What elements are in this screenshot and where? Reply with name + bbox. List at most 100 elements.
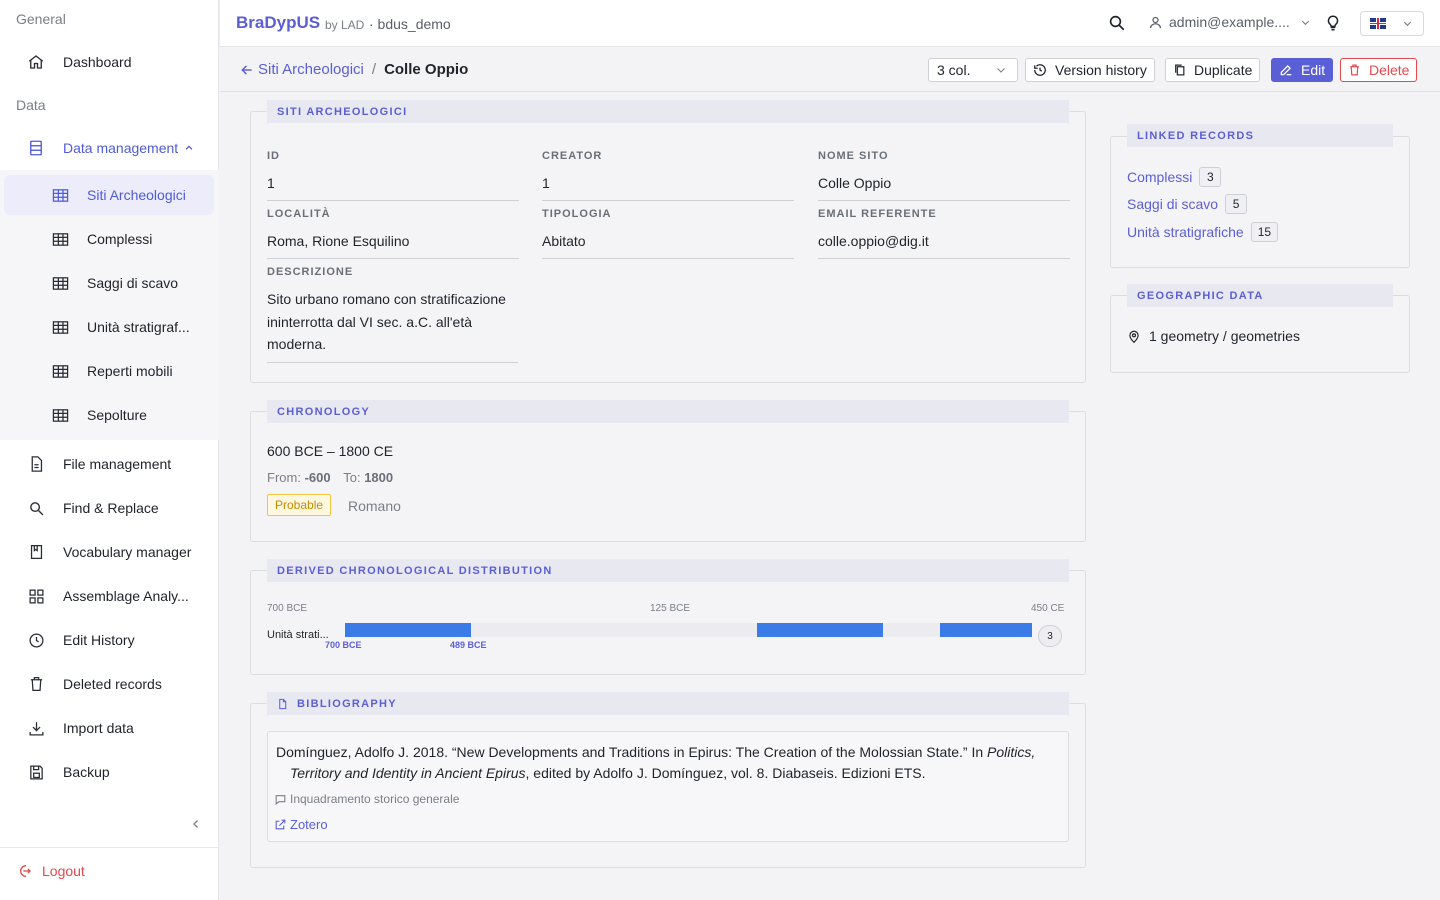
linked-record-count: 15 (1250, 222, 1279, 242)
sidebar-item-vocabulary-manager[interactable]: Vocabulary manager (0, 532, 219, 572)
period-label: Romano (348, 498, 401, 514)
top-bar: BraDypUS by LAD · bdus_demo admin@exampl… (220, 0, 1440, 47)
sidebar-item-data-management[interactable]: Data management (0, 128, 219, 168)
bibliography-title: BIBLIOGRAPHY (297, 697, 397, 710)
to-value: 1800 (364, 470, 394, 485)
citation-text-end: , edited by Adolfo J. Domínguez, vol. 8.… (525, 765, 926, 781)
section-general-label: General (16, 11, 66, 27)
version-history-button[interactable]: Version history (1025, 58, 1155, 82)
search-icon (26, 498, 46, 518)
copy-icon (1173, 63, 1186, 77)
sidebar-item-import-data[interactable]: Import data (0, 708, 219, 748)
field-email-referente: EMAIL REFERENTE colle.oppio@dig.it (818, 208, 1070, 259)
axis-tick-start: 700 BCE (267, 603, 308, 614)
from-label: From: (267, 470, 301, 485)
sidebar-item-siti-archeologici[interactable]: Siti Archeologici (4, 175, 214, 215)
zotero-link[interactable]: Zotero (274, 817, 328, 832)
sidebar-item-label: Import data (63, 720, 134, 736)
sidebar-item-label: Vocabulary manager (63, 544, 192, 560)
sidebar-item-unita-stratigrafiche[interactable]: Unità stratigraf... (4, 307, 214, 347)
bibliography-note: Inquadramento storico generale (274, 792, 459, 806)
axis-tick-end: 450 CE (1031, 603, 1065, 614)
sidebar-item-sepolture[interactable]: Sepolture (4, 395, 214, 435)
sidebar-item-label: Assemblage Analy... (63, 588, 189, 604)
field-label: CREATOR (542, 150, 603, 162)
field-creator: CREATOR 1 (542, 150, 794, 201)
chronology-title: CHRONOLOGY (267, 400, 1069, 423)
sidebar-item-label: Reperti mobili (87, 363, 173, 379)
field-label: DESCRIZIONE (267, 266, 354, 278)
chevron-down-icon (1300, 17, 1311, 28)
app-brand[interactable]: BraDypUS (236, 13, 320, 33)
field-value: 1 (267, 172, 519, 201)
back-to-list-link[interactable]: Siti Archeologici (240, 61, 364, 78)
sidebar-item-assemblage-analysis[interactable]: Assemblage Analy... (0, 576, 219, 616)
axis-tick-mid: 125 BCE (650, 603, 691, 614)
pencil-icon (1279, 63, 1293, 77)
linked-records-title: LINKED RECORDS (1127, 124, 1393, 147)
brand-by-label: by LAD (325, 18, 365, 32)
breadcrumb-parent: Siti Archeologici (258, 61, 364, 78)
trash-icon (1348, 63, 1361, 77)
record-section-title: SITI ARCHEOLOGICI (267, 100, 1069, 123)
sidebar-item-complessi[interactable]: Complessi (4, 219, 214, 259)
edit-button[interactable]: Edit (1271, 58, 1334, 82)
citation-title-italic-2: Territory and Identity in Ancient Epirus (290, 765, 526, 781)
sidebar-item-dashboard[interactable]: Dashboard (0, 42, 219, 82)
lightbulb-icon (1324, 15, 1342, 36)
language-select[interactable] (1360, 11, 1424, 36)
external-link-icon (274, 818, 287, 831)
delete-button[interactable]: Delete (1340, 58, 1418, 82)
sidebar-item-file-management[interactable]: File management (0, 444, 219, 484)
note-text: Inquadramento storico generale (290, 792, 460, 806)
sidebar-item-label: Complessi (87, 231, 153, 247)
table-icon (50, 361, 70, 381)
table-icon (50, 229, 70, 249)
breadcrumb-separator: / (371, 61, 377, 78)
distribution-marker-end: 489 BCE (450, 640, 487, 650)
sidebar-item-label: Edit History (63, 632, 135, 648)
linked-record-link[interactable]: Complessi 3 (1127, 167, 1222, 187)
sidebar-item-label: Saggi di scavo (87, 275, 179, 291)
linked-record-count: 3 (1199, 167, 1222, 187)
linked-record-link[interactable]: Unità stratigrafiche 15 (1127, 222, 1279, 242)
delete-label: Delete (1369, 62, 1410, 78)
book-icon (26, 542, 46, 562)
uk-flag-icon (1370, 18, 1386, 29)
sidebar-item-edit-history[interactable]: Edit History (0, 620, 219, 660)
reliability-badge: Probable (267, 494, 332, 516)
sidebar-item-label: Siti Archeologici (87, 187, 186, 203)
download-icon (26, 718, 46, 738)
section-data-label: Data (16, 97, 46, 113)
sidebar-item-saggi-di-scavo[interactable]: Saggi di scavo (4, 263, 214, 303)
field-label: NOME SITO (818, 150, 889, 162)
field-label: TIPOLOGIA (542, 208, 612, 220)
linked-record-label: Complessi (1127, 169, 1193, 185)
tips-button[interactable] (1324, 13, 1342, 36)
user-menu[interactable]: admin@example.... (1148, 14, 1311, 30)
logout-button[interactable]: Logout (16, 863, 85, 879)
save-icon (26, 762, 46, 782)
distribution-title: DERIVED CHRONOLOGICAL DISTRIBUTION (267, 559, 1069, 582)
field-tipologia: TIPOLOGIA Abitato (542, 208, 794, 259)
distribution-bar[interactable] (345, 623, 471, 637)
linked-record-link[interactable]: Saggi di scavo 5 (1127, 194, 1248, 214)
home-icon (26, 52, 46, 72)
field-label: LOCALITÀ (267, 208, 331, 220)
arrow-left-icon (240, 63, 254, 77)
comment-icon (274, 793, 287, 806)
table-icon (50, 273, 70, 293)
duplicate-button[interactable]: Duplicate (1165, 58, 1261, 82)
field-nome-sito: NOME SITO Colle Oppio (818, 150, 1070, 201)
sidebar-item-reperti-mobili[interactable]: Reperti mobili (4, 351, 214, 391)
distribution-bar[interactable] (940, 623, 1032, 637)
sidebar-item-find-replace[interactable]: Find & Replace (0, 488, 219, 528)
sidebar-item-deleted-records[interactable]: Deleted records (0, 664, 219, 704)
search-button[interactable] (1108, 14, 1126, 35)
distribution-bar[interactable] (757, 623, 883, 637)
columns-select[interactable]: 3 col. (928, 58, 1018, 82)
collapse-sidebar-button[interactable] (190, 817, 202, 834)
chevron-down-icon (995, 64, 1007, 76)
table-icon (50, 185, 70, 205)
sidebar-item-backup[interactable]: Backup (0, 752, 219, 792)
